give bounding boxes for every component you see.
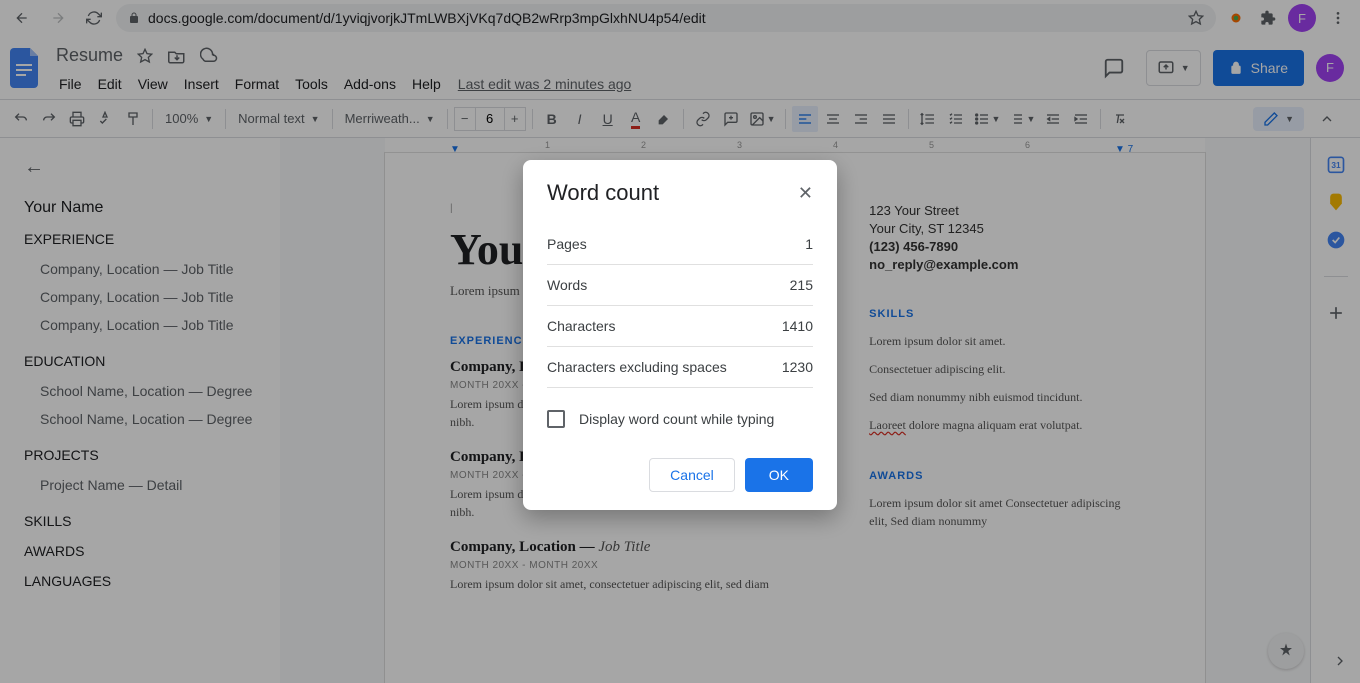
checkbox-icon[interactable] xyxy=(547,410,565,428)
wc-row-characters-no-spaces: Characters excluding spaces1230 xyxy=(547,347,813,388)
wc-row-words: Words215 xyxy=(547,265,813,306)
ok-button[interactable]: OK xyxy=(745,458,813,492)
display-while-typing-checkbox[interactable]: Display word count while typing xyxy=(547,410,813,428)
cancel-button[interactable]: Cancel xyxy=(649,458,735,492)
wc-row-pages: Pages1 xyxy=(547,224,813,265)
close-icon[interactable]: ✕ xyxy=(798,183,813,204)
dialog-title: Word count xyxy=(547,180,659,206)
word-count-dialog: Word count ✕ Pages1 Words215 Characters1… xyxy=(523,160,837,510)
modal-overlay: Word count ✕ Pages1 Words215 Characters1… xyxy=(0,0,1360,683)
wc-row-characters: Characters1410 xyxy=(547,306,813,347)
